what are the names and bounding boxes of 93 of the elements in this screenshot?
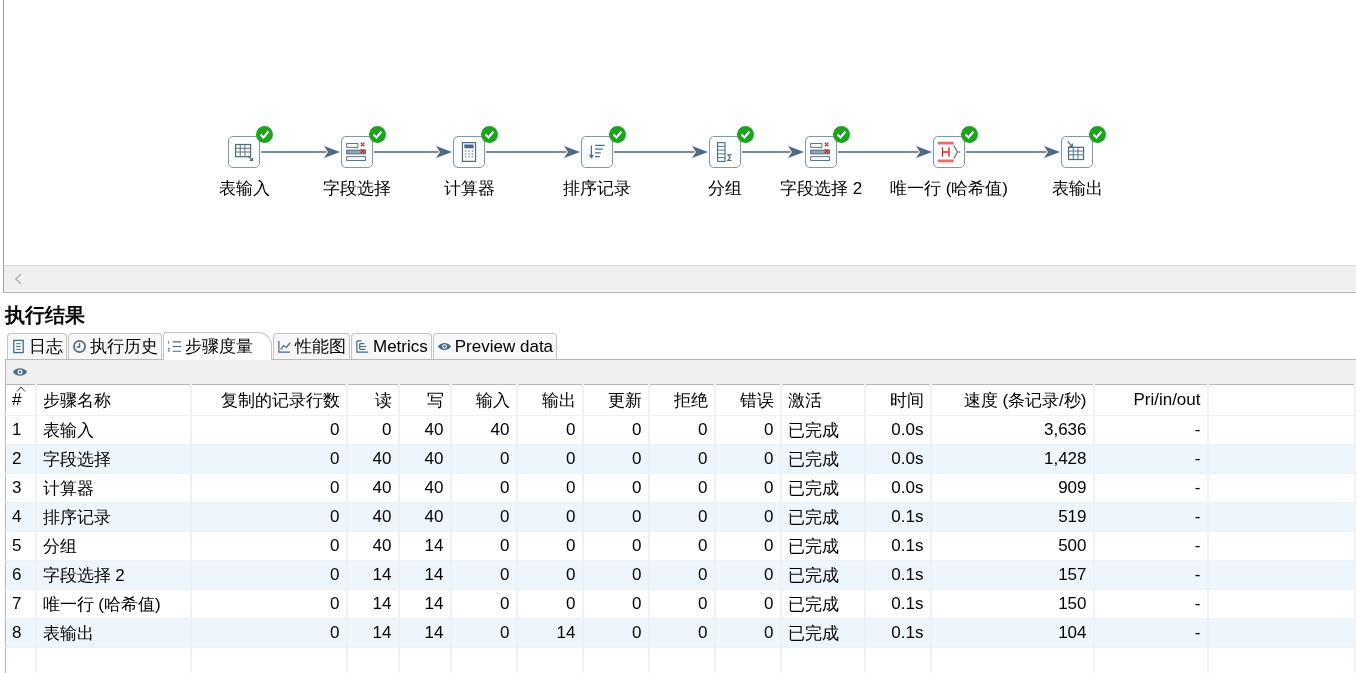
table-cell: 8	[5, 618, 36, 648]
table-cell: 0	[190, 618, 347, 648]
table-cell: 排序记录	[35, 502, 191, 532]
step-label: 字段选择	[323, 178, 391, 200]
table-cell: 0	[516, 560, 583, 590]
column-header[interactable]: 复制的记录行数	[190, 384, 347, 416]
table-cell: 1,428	[930, 444, 1094, 474]
table-cell: 157	[930, 560, 1094, 590]
table-cell: 0	[582, 560, 649, 590]
tab[interactable]: 执行历史	[68, 333, 162, 359]
column-header[interactable]: 读	[346, 384, 399, 416]
table-cell: 已完成	[780, 444, 865, 474]
column-header[interactable]: 激活	[780, 384, 865, 416]
table-cell: 0.0s	[864, 444, 931, 474]
table-cell: 0	[648, 502, 715, 532]
sum-icon[interactable]	[709, 136, 741, 168]
tab[interactable]: 日志	[7, 333, 67, 359]
calculator-icon[interactable]	[453, 136, 485, 168]
table-cell: 0	[714, 618, 781, 648]
eye-icon[interactable]	[12, 365, 28, 379]
table-cell: 0	[450, 444, 517, 474]
column-header[interactable]: 时间	[864, 384, 931, 416]
table-cell: -	[1093, 444, 1208, 474]
table-cell: 0	[582, 618, 649, 648]
hop-arrow	[741, 146, 804, 158]
table-cell: 0	[190, 560, 347, 590]
table-cell: 4	[5, 502, 36, 532]
step-label: 唯一行 (哈希值)	[889, 178, 1008, 200]
step-label: 计算器	[443, 178, 495, 200]
table-cell: 0	[450, 618, 517, 648]
table-cell: 0	[714, 502, 781, 532]
table-cell: 0	[190, 502, 347, 532]
step-label: 分组	[708, 178, 742, 200]
column-header[interactable]: Pri/in/out	[1093, 384, 1208, 416]
table-cell: -	[1093, 502, 1208, 532]
tab[interactable]: Metrics	[351, 333, 432, 359]
table-cell: 0	[190, 444, 347, 474]
table-cell: 0	[582, 444, 649, 474]
table-cell: 已完成	[780, 502, 865, 532]
column-header[interactable]: #	[5, 384, 36, 416]
field-list-icon[interactable]	[805, 136, 837, 168]
table-cell: 6	[5, 560, 36, 590]
table-cell: 0	[648, 444, 715, 474]
column-header[interactable]: 输出	[516, 384, 583, 416]
table-cell: 字段选择	[35, 444, 191, 474]
tab[interactable]: 步骤度量	[163, 332, 272, 360]
line-chart-icon	[277, 339, 292, 354]
step-label: 排序记录	[563, 178, 631, 200]
tree-list-icon	[355, 339, 370, 354]
table-cell: 0	[648, 618, 715, 648]
table-cell: 已完成	[780, 618, 865, 648]
table-cell: 已完成	[780, 560, 865, 590]
sort-caret-icon[interactable]	[16, 386, 26, 392]
table-cell: 0.1s	[864, 618, 931, 648]
column-header[interactable]: 输入	[450, 384, 517, 416]
table-cell: 0	[648, 560, 715, 590]
column-header[interactable]: 写	[398, 384, 451, 416]
clock-icon	[72, 339, 87, 354]
table-cell: 0	[714, 444, 781, 474]
table-cell: 0	[450, 560, 517, 590]
table-cell: -	[1093, 560, 1208, 590]
field-list-icon[interactable]	[341, 136, 373, 168]
numbered-list-icon	[167, 339, 182, 354]
table-cell: 0	[516, 502, 583, 532]
hash-icon[interactable]	[933, 136, 965, 168]
step-label: 表输入	[218, 178, 270, 200]
table-cell: 0	[582, 502, 649, 532]
table-cell: 0	[450, 502, 517, 532]
table-cell: 0	[714, 560, 781, 590]
table-cell: -	[1093, 618, 1208, 648]
tab[interactable]: Preview data	[432, 333, 558, 359]
column-header[interactable]: 速度 (条记录/秒)	[930, 384, 1094, 416]
panel-title: 执行结果	[3, 303, 86, 328]
table-cell: 519	[930, 502, 1094, 532]
column-header[interactable]: 拒绝	[648, 384, 715, 416]
table-cell: 表输出	[35, 618, 191, 648]
table-cell: 104	[930, 618, 1094, 648]
table-cell: 0.1s	[864, 502, 931, 532]
column-header[interactable]: 步骤名称	[35, 384, 191, 416]
table-cell: 字段选择 2	[35, 560, 191, 590]
column-header[interactable]: 错误	[714, 384, 781, 416]
table-cell: 14	[516, 618, 583, 648]
step-label: 字段选择 2	[779, 178, 863, 200]
sort-icon[interactable]	[581, 136, 613, 168]
table-cell: 2	[5, 444, 36, 474]
tab[interactable]: 性能图	[273, 333, 350, 359]
table-icon[interactable]	[228, 136, 260, 168]
document-icon	[11, 339, 26, 354]
column-header[interactable]: 更新	[582, 384, 649, 416]
table-icon[interactable]	[1061, 136, 1093, 168]
step-label: 表输出	[1051, 178, 1103, 200]
table-cell: 0	[516, 444, 583, 474]
table-cell: 0.1s	[864, 560, 931, 590]
